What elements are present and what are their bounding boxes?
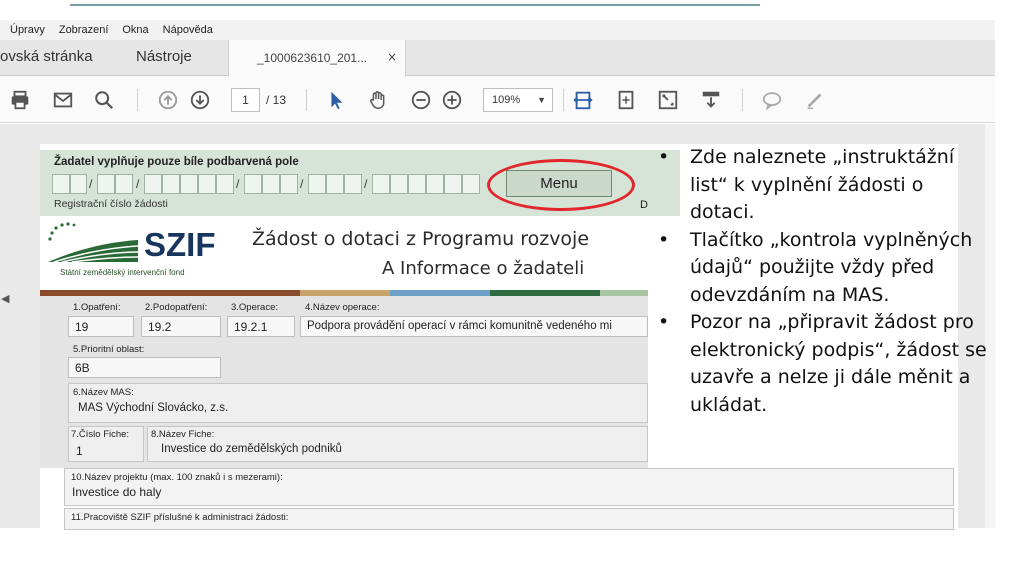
prioritni-oblast-label: 5.Prioritní oblast:: [73, 344, 145, 355]
cislo-fiche-label: 7.Číslo Fiche:: [71, 429, 130, 440]
szif-logo: SZIF Státní zemědělský intervenční fond: [46, 222, 226, 284]
bullet: •: [658, 228, 670, 251]
tab-home[interactable]: ovská stránka: [0, 48, 93, 65]
reg-cell[interactable]: [462, 174, 480, 194]
reg-cell[interactable]: [308, 174, 326, 194]
registration-number-field[interactable]: / / / / /: [52, 174, 492, 194]
reg-cell[interactable]: [52, 174, 70, 194]
chevron-down-icon: ▼: [537, 95, 546, 105]
sign-icon[interactable]: [803, 88, 827, 112]
zoom-value: 109%: [492, 94, 521, 106]
print-icon[interactable]: [8, 88, 32, 112]
nazev-operace-field[interactable]: Podpora provádění operací v rámci komuni…: [300, 316, 648, 337]
read-mode-icon[interactable]: [699, 88, 723, 112]
page-total: / 13: [266, 93, 287, 107]
reg-cell[interactable]: [144, 174, 162, 194]
highlight-circle: [487, 159, 635, 211]
header-note: Žadatel vyplňuje pouze bíle podbarvená p…: [54, 156, 299, 168]
search-icon[interactable]: [92, 88, 116, 112]
bullet: •: [658, 311, 670, 333]
note-text: Zde naleznete „instruktážní list“ k vypl…: [690, 146, 955, 223]
nazev-projektu-field[interactable]: Investice do haly: [66, 482, 946, 503]
menu-napoveda[interactable]: Nápověda: [163, 24, 213, 36]
menu-okna[interactable]: Okna: [122, 24, 148, 36]
pracoviste-label: 11.Pracoviště SZIF příslušné k administr…: [71, 512, 289, 523]
menu-bar: Úpravy Zobrazení Okna Nápověda: [0, 20, 995, 40]
reg-cell[interactable]: [97, 174, 115, 194]
logo-emblem-icon: [48, 222, 139, 263]
note-item: • Zde naleznete „instruktážní list“ k vy…: [655, 144, 987, 227]
operace-field[interactable]: 19.2.1: [227, 316, 295, 337]
reg-cell[interactable]: [162, 174, 180, 194]
close-icon[interactable]: ×: [387, 50, 397, 64]
reg-cell[interactable]: [408, 174, 426, 194]
nazev-operace-label: 4.Název operace:: [305, 302, 380, 313]
podopatreni-field[interactable]: 19.2: [141, 316, 221, 337]
tab-bar: ovská stránka Nástroje _1000623610_201..…: [0, 40, 995, 77]
email-icon[interactable]: [51, 88, 75, 112]
mas-label: 6.Název MAS:: [73, 387, 134, 398]
mas-field[interactable]: MAS Východní Slovácko, z.s.: [72, 399, 646, 420]
podopatreni-label: 2.Podopatření:: [145, 302, 208, 313]
opatreni-label: 1.Opatření:: [73, 302, 121, 313]
logo-subtitle: Státní zemědělský intervenční fond: [60, 268, 185, 277]
fit-width-icon[interactable]: [571, 88, 595, 112]
page-number-input[interactable]: 1: [231, 88, 260, 112]
zoom-in-icon[interactable]: [440, 88, 464, 112]
reg-cell[interactable]: [198, 174, 216, 194]
reg-cell[interactable]: [390, 174, 408, 194]
comment-icon[interactable]: [760, 88, 784, 112]
bullet: •: [658, 146, 670, 168]
toolbar: 1 / 13 109% ▼: [0, 77, 995, 123]
reg-cell[interactable]: [244, 174, 262, 194]
tab-document-label: _1000623610_201...: [257, 51, 368, 65]
reg-cell[interactable]: [70, 174, 87, 194]
reg-cell[interactable]: [426, 174, 444, 194]
select-cursor-icon[interactable]: [324, 88, 348, 112]
toolbar-separator: [137, 89, 138, 111]
hand-tool-icon[interactable]: [366, 88, 390, 112]
top-divider: [70, 0, 760, 6]
reg-cell[interactable]: [372, 174, 390, 194]
nazev-fiche-field[interactable]: Investice do zemědělských podniků: [155, 440, 645, 461]
fit-page-icon[interactable]: [614, 88, 638, 112]
slide: Úpravy Zobrazení Okna Nápověda ovská str…: [0, 0, 1024, 566]
tab-document[interactable]: _1000623610_201... ×: [228, 40, 406, 77]
cislo-fiche-field[interactable]: 1: [70, 441, 142, 462]
reg-cell[interactable]: [216, 174, 234, 194]
nazev-fiche-label: 8.Název Fiche:: [151, 429, 215, 440]
reg-cell[interactable]: [180, 174, 198, 194]
reg-cell[interactable]: [344, 174, 362, 194]
reg-cell[interactable]: [280, 174, 298, 194]
operace-label: 3.Operace:: [231, 302, 278, 313]
tab-tools[interactable]: Nástroje: [136, 48, 192, 65]
logo-text: SZIF: [144, 226, 216, 263]
menu-upravy[interactable]: Úpravy: [10, 24, 45, 36]
page-up-icon[interactable]: [156, 88, 180, 112]
form-subtitle: A Informace o žadateli: [382, 258, 585, 279]
form-title: Žádost o dotaci z Programu rozvoje: [252, 228, 590, 250]
reg-cell[interactable]: [444, 174, 462, 194]
opatreni-field[interactable]: 19: [68, 316, 134, 337]
zoom-select[interactable]: 109% ▼: [483, 88, 553, 112]
zoom-out-icon[interactable]: [409, 88, 433, 112]
fullscreen-icon[interactable]: [656, 88, 680, 112]
toolbar-separator: [563, 89, 564, 111]
menu-zobrazeni[interactable]: Zobrazení: [59, 24, 109, 36]
page-down-icon[interactable]: [188, 88, 212, 112]
toolbar-separator: [742, 89, 743, 111]
registration-label: Registrační číslo žádosti: [54, 198, 168, 210]
header-field-label: D: [640, 199, 648, 211]
instruction-notes: • Zde naleznete „instruktážní list“ k vy…: [655, 144, 987, 419]
reg-cell[interactable]: [262, 174, 280, 194]
note-text: Pozor na „připravit žádost pro elektroni…: [690, 311, 987, 416]
note-item: • Tlačítko „kontrola vyplněných údajů“ p…: [655, 227, 987, 310]
prioritni-oblast-field[interactable]: 6B: [68, 357, 221, 378]
note-text: Tlačítko „kontrola vyplněných údajů“ pou…: [690, 228, 973, 306]
reg-cell[interactable]: [326, 174, 344, 194]
note-item: • Pozor na „připravit žádost pro elektro…: [655, 309, 987, 419]
reg-cell[interactable]: [115, 174, 133, 194]
collapse-panel-icon[interactable]: ◀: [1, 292, 9, 305]
toolbar-separator: [306, 89, 307, 111]
